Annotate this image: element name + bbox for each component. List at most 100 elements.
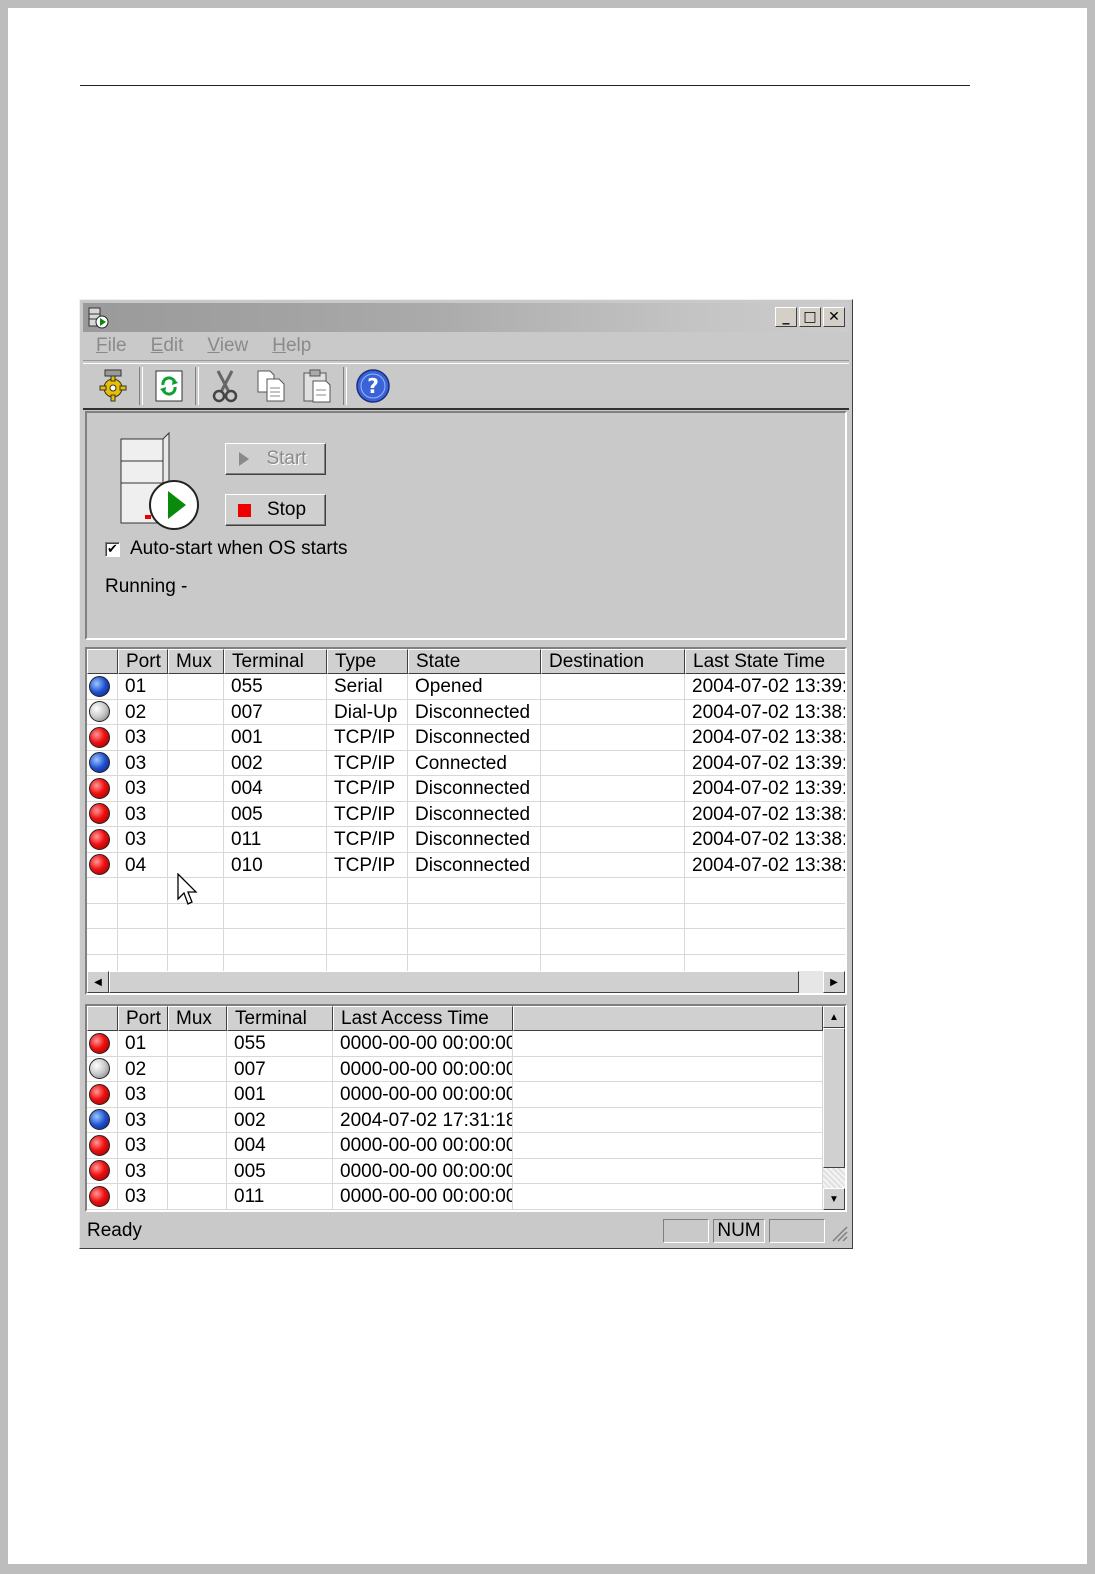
scroll-right-icon[interactable]: ▶: [823, 971, 845, 993]
refresh-icon[interactable]: [149, 366, 189, 406]
stop-button[interactable]: Stop: [225, 494, 326, 526]
column-header-state[interactable]: State: [408, 649, 541, 674]
status-icon: [87, 674, 118, 700]
table-row[interactable]: 02 007 Dial-Up Disconnected 2004-07-02 13:38…: [87, 699, 845, 725]
title-bar[interactable]: _ □ ✕: [83, 303, 849, 332]
status-pane-num: NUM: [713, 1219, 765, 1243]
table-row[interactable]: 01 055 0000-00-00 00:00:00: [87, 1031, 823, 1057]
status-red-icon: [89, 1134, 110, 1156]
resize-grip-icon[interactable]: [829, 1219, 849, 1243]
status-icon: [87, 1158, 118, 1184]
start-button[interactable]: Start: [225, 443, 326, 475]
column-header-last-access-time[interactable]: Last Access Time: [333, 1006, 513, 1031]
service-control-panel: Start Stop ✔ Auto-start when OS starts R…: [85, 411, 847, 640]
menu-help[interactable]: Help: [259, 335, 322, 357]
ports-horizontal-scrollbar[interactable]: ◀ ▶: [87, 971, 845, 993]
access-vertical-scrollbar[interactable]: ▲ ▼: [823, 1006, 845, 1210]
maximize-button[interactable]: □: [799, 307, 821, 327]
empty-cell: [327, 903, 408, 929]
table-row[interactable]: 03 002 2004-07-02 17:31:18: [87, 1107, 823, 1133]
cell-mux: [168, 699, 224, 725]
autostart-checkbox[interactable]: ✔: [105, 541, 120, 557]
access-list[interactable]: Port Mux Terminal Last Access Time 01 055…: [85, 1004, 847, 1212]
column-header-destination[interactable]: Destination: [541, 649, 685, 674]
cell-terminal: 007: [224, 699, 327, 725]
scroll-down-icon[interactable]: ▼: [823, 1188, 845, 1210]
menu-view[interactable]: View: [194, 335, 259, 357]
cell-last-state-time: 2004-07-02 13:38:2: [685, 725, 845, 751]
cell-destination: [541, 750, 685, 776]
cell-mux: [168, 776, 224, 802]
empty-cell: [685, 904, 845, 929]
cell-type: TCP/IP: [327, 750, 408, 776]
app-window: _ □ ✕ File Edit View Help ? Start Stop ✔…: [79, 299, 853, 1249]
table-row[interactable]: 03 005 0000-00-00 00:00:00: [87, 1158, 823, 1184]
scroll-left-icon[interactable]: ◀: [87, 971, 109, 993]
cell-terminal: 010: [224, 852, 327, 878]
scroll-thumb[interactable]: [109, 971, 799, 993]
cut-icon[interactable]: [205, 366, 245, 406]
scroll-up-icon[interactable]: ▲: [823, 1006, 845, 1028]
paste-icon[interactable]: [297, 366, 337, 406]
access-list-rows: 01 055 0000-00-00 00:00:00 02 007 0000-00-00 …: [87, 1031, 823, 1210]
column-header-status[interactable]: [87, 1006, 118, 1031]
cell-destination: [541, 827, 685, 853]
table-row[interactable]: 03 005 TCP/IP Disconnected 2004-07-02 13:38:…: [87, 801, 845, 827]
cell-last-state-time: 2004-07-02 13:38:2: [685, 827, 845, 853]
cell-port: 02: [118, 1056, 168, 1082]
ports-list[interactable]: Port Mux Terminal Type State Destination…: [85, 647, 847, 995]
server-running-icon: [120, 431, 199, 530]
cell-port: 03: [118, 1133, 168, 1159]
help-icon[interactable]: ?: [353, 366, 393, 406]
empty-cell: [685, 878, 845, 904]
scroll-track[interactable]: [799, 971, 823, 993]
toolbar-separator: [343, 367, 347, 405]
table-row[interactable]: 01 055 Serial Opened 2004-07-02 13:39:0: [87, 674, 845, 700]
autostart-checkbox-row[interactable]: ✔ Auto-start when OS starts: [105, 538, 348, 560]
column-header-mux[interactable]: Mux: [168, 1006, 227, 1031]
cell-port: 03: [118, 750, 168, 776]
empty-cell: [87, 929, 118, 955]
access-list-header: Port Mux Terminal Last Access Time: [87, 1006, 823, 1031]
cell-last-access-time: 0000-00-00 00:00:00: [333, 1082, 513, 1108]
table-row[interactable]: 03 001 TCP/IP Disconnected 2004-07-02 13:38:…: [87, 725, 845, 751]
column-header-port[interactable]: Port: [118, 649, 168, 674]
menu-file[interactable]: File: [83, 335, 138, 357]
table-row[interactable]: 03 011 0000-00-00 00:00:00: [87, 1184, 823, 1210]
cell-type: TCP/IP: [327, 725, 408, 751]
cell-terminal: 004: [227, 1133, 333, 1159]
column-header-terminal[interactable]: Terminal: [227, 1006, 333, 1031]
minimize-button[interactable]: _: [775, 307, 797, 327]
table-row[interactable]: 03 004 TCP/IP Disconnected 2004-07-02 13:39:…: [87, 776, 845, 802]
table-row[interactable]: 04 010 TCP/IP Disconnected 2004-07-02 13:38:…: [87, 852, 845, 878]
scroll-thumb[interactable]: [823, 1028, 845, 1168]
menu-edit[interactable]: Edit: [138, 335, 195, 357]
column-header-port[interactable]: Port: [118, 1006, 168, 1031]
status-icon: [87, 750, 118, 776]
table-row[interactable]: 03 011 TCP/IP Disconnected 2004-07-02 13:38:…: [87, 827, 845, 853]
column-header-last-state-time[interactable]: Last State Time: [685, 649, 845, 674]
close-button[interactable]: ✕: [823, 307, 845, 327]
column-header-status[interactable]: [87, 649, 118, 674]
cell-filler: [513, 1133, 823, 1159]
table-row[interactable]: 02 007 0000-00-00 00:00:00: [87, 1056, 823, 1082]
copy-icon[interactable]: [251, 366, 291, 406]
column-header-mux[interactable]: Mux: [168, 649, 224, 674]
status-red-icon: [89, 1185, 110, 1207]
table-row[interactable]: 03 001 0000-00-00 00:00:00: [87, 1082, 823, 1108]
column-header-terminal[interactable]: Terminal: [224, 649, 327, 674]
cell-terminal: 002: [227, 1107, 333, 1133]
table-row[interactable]: 03 002 TCP/IP Connected 2004-07-02 13:39:0: [87, 750, 845, 776]
cell-type: TCP/IP: [327, 852, 408, 878]
status-icon: [87, 1031, 118, 1057]
status-red-icon: [89, 803, 110, 825]
cell-last-state-time: 2004-07-02 13:38:2: [685, 700, 845, 725]
scroll-track[interactable]: [823, 1168, 845, 1188]
cell-mux: [168, 725, 224, 751]
settings-gear-icon[interactable]: [93, 366, 133, 406]
status-bar: Ready NUM: [83, 1216, 849, 1246]
table-row[interactable]: 03 004 0000-00-00 00:00:00: [87, 1133, 823, 1159]
status-gray-icon: [89, 1058, 110, 1080]
column-header-type[interactable]: Type: [327, 649, 408, 674]
ports-list-header: Port Mux Terminal Type State Destination…: [87, 649, 845, 674]
